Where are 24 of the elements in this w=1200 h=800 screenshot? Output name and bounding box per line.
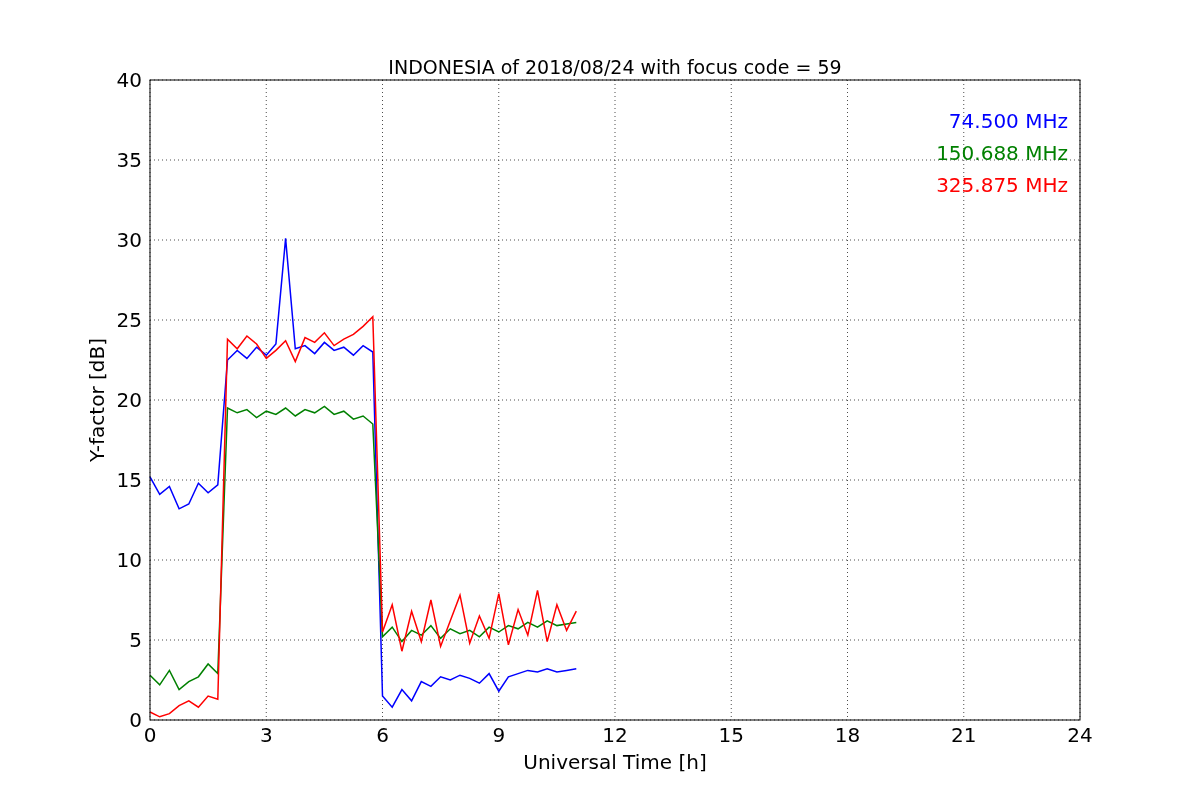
y-tick-label: 15 bbox=[116, 468, 142, 492]
legend-label: 150.688 MHz bbox=[936, 141, 1068, 165]
x-tick-label: 6 bbox=[376, 723, 389, 747]
y-tick-label: 10 bbox=[116, 548, 142, 572]
y-axis-label: Y-factor [dB] bbox=[85, 338, 109, 462]
y-tick-label: 30 bbox=[116, 228, 142, 252]
x-tick-label: 0 bbox=[143, 723, 157, 747]
legend-label: 325.875 MHz bbox=[936, 173, 1068, 197]
y-tick-label: 0 bbox=[129, 708, 142, 732]
x-tick-label: 24 bbox=[1067, 723, 1093, 747]
x-axis-label: Universal Time [h] bbox=[523, 750, 707, 774]
y-tick-label: 5 bbox=[129, 628, 142, 652]
x-tick-label: 3 bbox=[259, 723, 273, 747]
x-tick-label: 21 bbox=[951, 723, 977, 747]
y-tick-label: 20 bbox=[116, 388, 142, 412]
y-tick-label: 25 bbox=[116, 308, 142, 332]
y-tick-label: 40 bbox=[116, 68, 142, 92]
x-tick-label: 9 bbox=[492, 723, 506, 747]
x-tick-label: 18 bbox=[834, 723, 861, 747]
x-tick-label: 15 bbox=[718, 723, 744, 747]
x-tick-label: 12 bbox=[602, 723, 628, 747]
chart-title: INDONESIA of 2018/08/24 with focus code = 59 bbox=[388, 56, 842, 78]
legend-label: 74.500 MHz bbox=[948, 109, 1068, 133]
y-tick-label: 35 bbox=[116, 148, 142, 172]
